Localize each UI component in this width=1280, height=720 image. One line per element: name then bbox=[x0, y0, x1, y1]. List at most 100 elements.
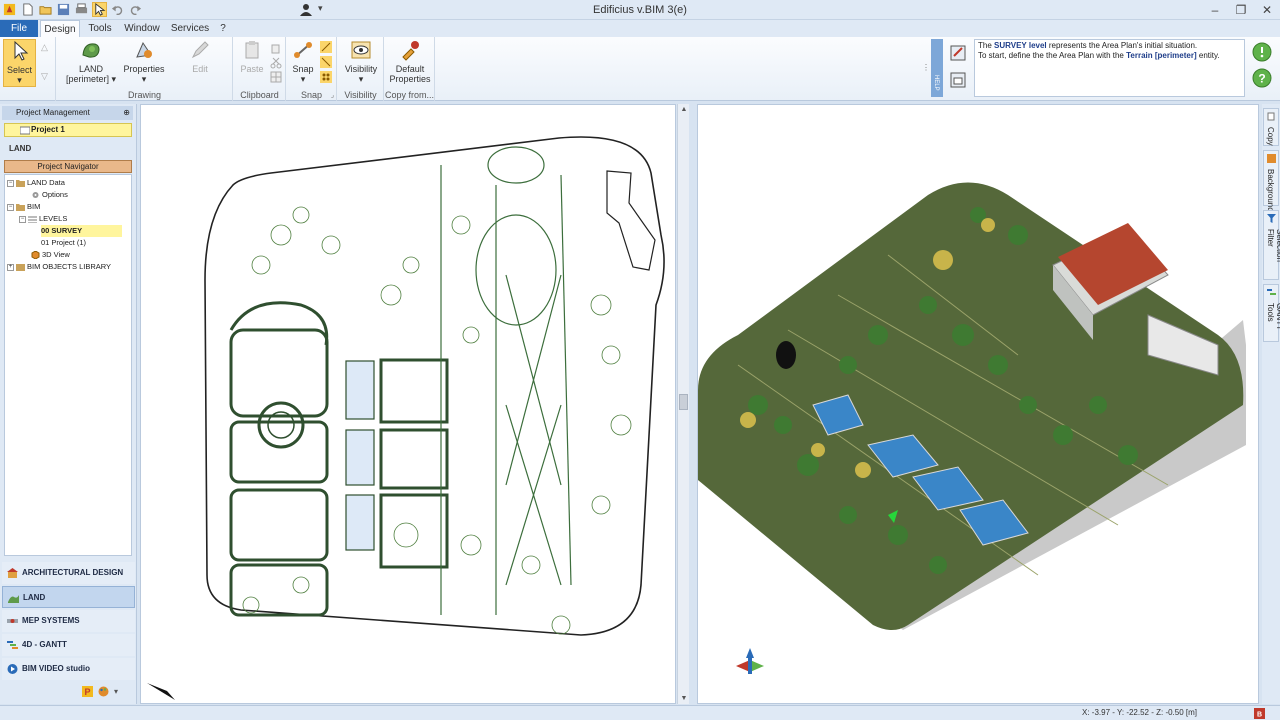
help-tab-label: HELP bbox=[933, 75, 939, 91]
default-properties-label-2: Properties bbox=[389, 74, 431, 84]
help-text-1a: The bbox=[978, 41, 995, 50]
copy-tab-icon bbox=[1267, 112, 1275, 121]
more-modules-icon[interactable]: ▾ bbox=[114, 687, 118, 696]
tab-label: GANTT Tools bbox=[1266, 303, 1280, 330]
scroll-down-icon[interactable]: ▼ bbox=[678, 695, 690, 702]
snap-grid-icon[interactable] bbox=[320, 71, 332, 83]
tree-node-options[interactable]: Options bbox=[31, 189, 68, 201]
svg-text:?: ? bbox=[1258, 72, 1265, 86]
tree-label: BIM OBJECTS LIBRARY bbox=[27, 262, 112, 271]
tree-node-01-project[interactable]: 01 Project (1) bbox=[41, 237, 86, 249]
presentation-icon[interactable]: P bbox=[82, 686, 93, 697]
ribbon-options-icon[interactable]: ⋮ bbox=[922, 63, 930, 72]
module-bim-video-studio[interactable]: BIM VIDEO studio bbox=[2, 658, 135, 680]
up-arrow-icon[interactable]: △ bbox=[41, 42, 53, 54]
eyedropper-icon bbox=[402, 41, 419, 61]
snap-group-label: Snap bbox=[300, 90, 323, 100]
expander-icon[interactable]: − bbox=[7, 203, 14, 211]
project-navigator-header[interactable]: Project Navigator bbox=[4, 160, 132, 173]
scroll-up-icon[interactable]: ▲ bbox=[678, 106, 690, 113]
project-icon bbox=[20, 126, 30, 135]
tree-node-levels[interactable]: − LEVELS bbox=[19, 213, 67, 225]
module-land[interactable]: LAND bbox=[2, 586, 135, 608]
snap-midpoint-icon[interactable] bbox=[320, 56, 332, 68]
module-architectural-design[interactable]: ARCHITECTURAL DESIGN bbox=[2, 562, 135, 584]
help-tab[interactable]: HELP bbox=[931, 39, 943, 97]
module-4d-gantt[interactable]: 4D - GANTT bbox=[2, 634, 135, 656]
paste-button[interactable]: Paste bbox=[237, 39, 267, 74]
grid-copy-icon[interactable] bbox=[270, 71, 282, 83]
module-mep-systems[interactable]: MEP SYSTEMS bbox=[2, 610, 135, 632]
title-bar: ▾ Edificius v.BIM 3(e) – ❐ ✕ bbox=[0, 0, 1280, 20]
default-properties-button[interactable]: Default Properties bbox=[387, 39, 433, 84]
properties-button[interactable]: Properties ▾ bbox=[121, 39, 167, 84]
help-text-2c: entity. bbox=[1196, 51, 1220, 60]
snap-endpoint-icon[interactable] bbox=[320, 41, 332, 53]
expander-icon[interactable]: − bbox=[7, 179, 14, 187]
visibility-button[interactable]: Visibility ▾ bbox=[342, 39, 380, 84]
options-icon bbox=[32, 192, 39, 199]
tree-node-bim[interactable]: − BIM bbox=[7, 201, 40, 213]
help-book-icon[interactable] bbox=[948, 42, 970, 64]
undo-icon[interactable] bbox=[110, 2, 125, 17]
tree-node-bim-library[interactable]: + BIM OBJECTS LIBRARY bbox=[7, 261, 111, 273]
land-label: LAND bbox=[78, 64, 103, 74]
expander-icon[interactable]: − bbox=[19, 215, 26, 223]
copy-icon[interactable] bbox=[270, 43, 282, 55]
help-text-2b: Terrain [perimeter] bbox=[1126, 51, 1197, 60]
cut-icon[interactable] bbox=[270, 57, 282, 69]
minimize-icon[interactable]: – bbox=[1202, 0, 1228, 20]
help-print-icon[interactable] bbox=[948, 70, 970, 92]
status-indicator-icon[interactable]: B bbox=[1254, 708, 1265, 719]
save-icon[interactable] bbox=[56, 2, 71, 17]
tree-node-00-survey[interactable]: 00 SURVEY bbox=[41, 225, 123, 237]
project-tree: − LAND Data Options − BIM − LEVELS 00 SURVE… bbox=[4, 174, 132, 556]
tab-tools[interactable]: Tools bbox=[84, 20, 116, 37]
tab-design[interactable]: Design bbox=[40, 20, 80, 37]
expander-icon[interactable]: + bbox=[7, 263, 14, 271]
app-logo-icon[interactable] bbox=[2, 2, 17, 17]
tab-file[interactable]: File bbox=[0, 20, 38, 37]
plan-view-2d[interactable] bbox=[140, 104, 676, 704]
pointer-icon[interactable] bbox=[92, 2, 107, 17]
tab-window[interactable]: Window bbox=[120, 20, 164, 37]
scroll-thumb[interactable] bbox=[679, 394, 688, 410]
land-perimeter-button[interactable]: LAND [perimeter] ▾ bbox=[65, 39, 117, 84]
select-button[interactable]: Select ▾ bbox=[3, 39, 36, 87]
menu-bar: File Design Tools Window Services ? bbox=[0, 20, 1280, 37]
tab-label: Selection Filter bbox=[1266, 229, 1280, 262]
tab-gantt-tools[interactable]: GANTT Tools bbox=[1263, 284, 1280, 342]
tab-selection-filter[interactable]: Selection Filter bbox=[1263, 210, 1280, 280]
ribbon-group-drawing: LAND [perimeter] ▾ Properties ▾ Edit Draw… bbox=[57, 37, 233, 101]
snap-button[interactable]: Snap ▾ bbox=[289, 39, 317, 84]
close-icon[interactable]: ✕ bbox=[1254, 0, 1280, 20]
tab-services[interactable]: Services bbox=[168, 20, 212, 37]
palette-icon[interactable] bbox=[98, 686, 109, 697]
edit-button[interactable]: Edit bbox=[177, 39, 223, 74]
user-icon[interactable] bbox=[299, 3, 313, 17]
ribbon-group-visibility: Visibility ▾ Visibility bbox=[338, 37, 384, 101]
help-text-1c: represents the Area Plan's initial situa… bbox=[1046, 41, 1198, 50]
background-tab-icon bbox=[1267, 154, 1276, 163]
print-icon[interactable] bbox=[74, 2, 89, 17]
question-icon[interactable]: ? bbox=[1252, 68, 1272, 88]
maximize-icon[interactable]: ❐ bbox=[1228, 0, 1254, 20]
ribbon-group-copy-from: Default Properties Copy from... bbox=[385, 37, 435, 101]
tab-background[interactable]: Background bbox=[1263, 150, 1279, 212]
visibility-group-label: Visibility bbox=[344, 90, 377, 100]
pin-icon[interactable]: ⊕ bbox=[123, 106, 130, 120]
qat-dropdown-icon[interactable]: ▾ bbox=[318, 3, 323, 14]
tree-node-3d-view[interactable]: 3D View bbox=[31, 249, 70, 261]
tree-node-land-data[interactable]: − LAND Data bbox=[7, 177, 65, 189]
open-folder-icon[interactable] bbox=[38, 2, 53, 17]
new-file-icon[interactable] bbox=[20, 2, 35, 17]
clipboard-group-label: Clipboard bbox=[240, 90, 279, 100]
go-icon[interactable] bbox=[1252, 42, 1272, 62]
snap-expand-icon[interactable]: ⌟ bbox=[331, 91, 334, 99]
splitter-scrollbar[interactable]: ▲ ▼ bbox=[677, 104, 689, 704]
tab-help[interactable]: ? bbox=[216, 20, 230, 37]
tab-copy[interactable]: Copy bbox=[1263, 108, 1279, 146]
model-view-3d[interactable] bbox=[697, 104, 1259, 704]
redo-icon[interactable] bbox=[128, 2, 143, 17]
down-arrow-icon[interactable]: ▽ bbox=[41, 71, 53, 83]
